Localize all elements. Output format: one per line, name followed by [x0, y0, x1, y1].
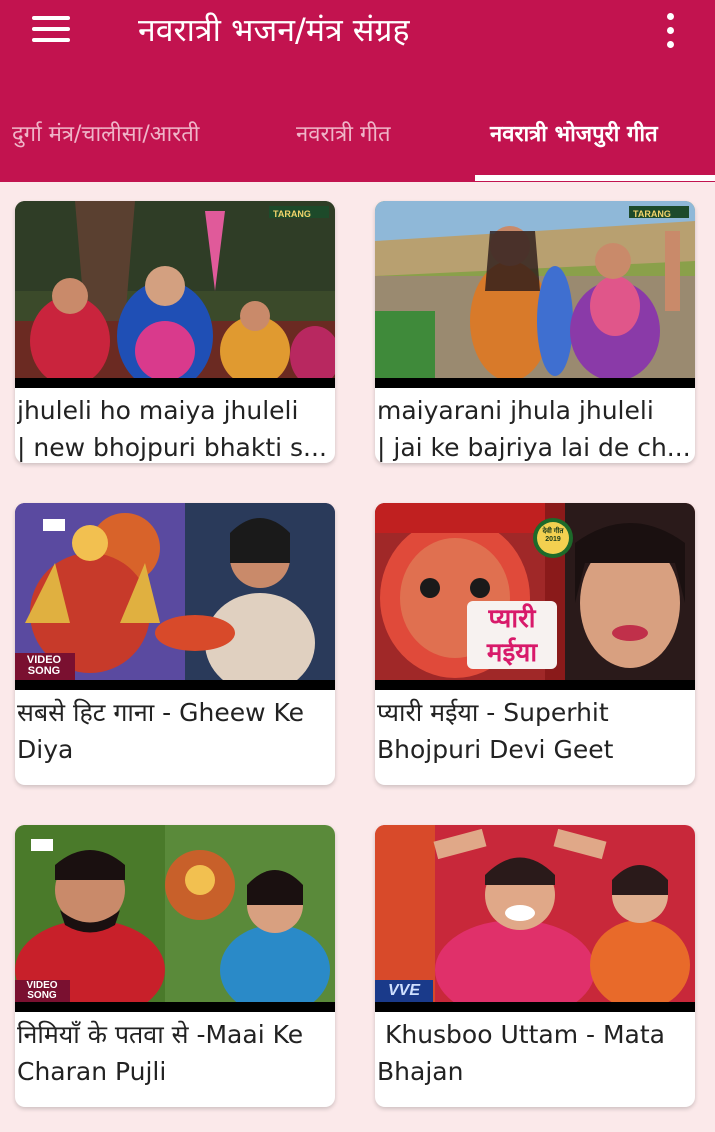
thumbnail-overlay-text: प्यारी मईया: [467, 601, 557, 669]
app-bar: नवरात्री भजन/मंत्र संग्रह दुर्गा मंत्र/च…: [0, 0, 715, 182]
video-title-line2: | new bhojpuri bhakti s...: [17, 433, 327, 462]
video-song-badge: VIDEO SONG: [26, 980, 58, 1001]
thumbnail-bottom-bar: [15, 680, 335, 690]
video-card[interactable]: TARANG jhuleli ho maiya jhuleli | new bh…: [15, 201, 335, 463]
tab-navratri-geet[interactable]: नवरात्री गीत: [296, 118, 391, 152]
video-title-line2: | jai ke bajriya lai de ch...: [377, 433, 691, 462]
video-title-line1: maiyarani jhula jhuleli: [377, 396, 654, 425]
tab-durga-mantra[interactable]: दुर्गा मंत्र/चालीसा/आरती: [12, 118, 199, 152]
video-thumbnail[interactable]: VIDEO SONG: [15, 825, 335, 1012]
video-title: jhuleli ho maiya jhuleli | new bhojpuri …: [17, 392, 333, 463]
tab-navratri-bhojpuri-geet[interactable]: नवरात्री भोजपुरी गीत: [490, 118, 658, 152]
active-tab-indicator: [475, 175, 715, 181]
channel-watermark: TARANG: [273, 209, 311, 219]
video-card[interactable]: TARANG maiyarani jhula jhuleli | jai ke …: [375, 201, 695, 463]
hamburger-menu-icon[interactable]: [28, 12, 74, 46]
more-vertical-icon[interactable]: [656, 10, 686, 50]
video-title: प्यारी मईया - Superhit Bhojpuri Devi Gee…: [377, 698, 614, 764]
video-card[interactable]: VIDEO SONG निमियाँ के पतवा से -Maai Ke C…: [15, 825, 335, 1107]
thumbnail-overlay-text: VVE: [387, 982, 420, 999]
thumbnail-bottom-bar: [375, 1002, 695, 1012]
video-thumbnail[interactable]: TARANG: [375, 201, 695, 388]
video-thumbnail[interactable]: देवी गीत 2019 प्यारी मईया: [375, 503, 695, 690]
thumbnail-bottom-bar: [375, 378, 695, 388]
devi-geet-badge: देवी गीत 2019: [542, 528, 564, 543]
thumbnail-bottom-bar: [375, 680, 695, 690]
video-title: सबसे हिट गाना - Gheew Ke Diya: [17, 698, 305, 764]
video-title: maiyarani jhula jhuleli | jai ke bajriya…: [377, 392, 693, 463]
video-card[interactable]: देवी गीत 2019 प्यारी मईया प्यारी मईया - …: [375, 503, 695, 785]
video-title: निमियाँ के पतवा से -Maai Ke Charan Pujli: [17, 1020, 304, 1086]
video-title: Khusboo Uttam - Mata Bhajan: [377, 1020, 673, 1086]
video-thumbnail[interactable]: VVE: [375, 825, 695, 1012]
video-song-badge: VIDEO SONG: [26, 654, 62, 677]
thumbnail-bottom-bar: [15, 1002, 335, 1012]
video-thumbnail[interactable]: VIDEO SONG: [15, 503, 335, 690]
video-thumbnail[interactable]: TARANG: [15, 201, 335, 388]
thumbnail-bottom-bar: [15, 378, 335, 388]
video-title-line1: jhuleli ho maiya jhuleli: [17, 396, 299, 425]
app-title: नवरात्री भजन/मंत्र संग्रह: [138, 11, 410, 49]
channel-watermark: TARANG: [633, 209, 671, 219]
video-card[interactable]: VVE Khusboo Uttam - Mata Bhajan: [375, 825, 695, 1107]
video-card[interactable]: VIDEO SONG सबसे हिट गाना - Gheew Ke Diya: [15, 503, 335, 785]
